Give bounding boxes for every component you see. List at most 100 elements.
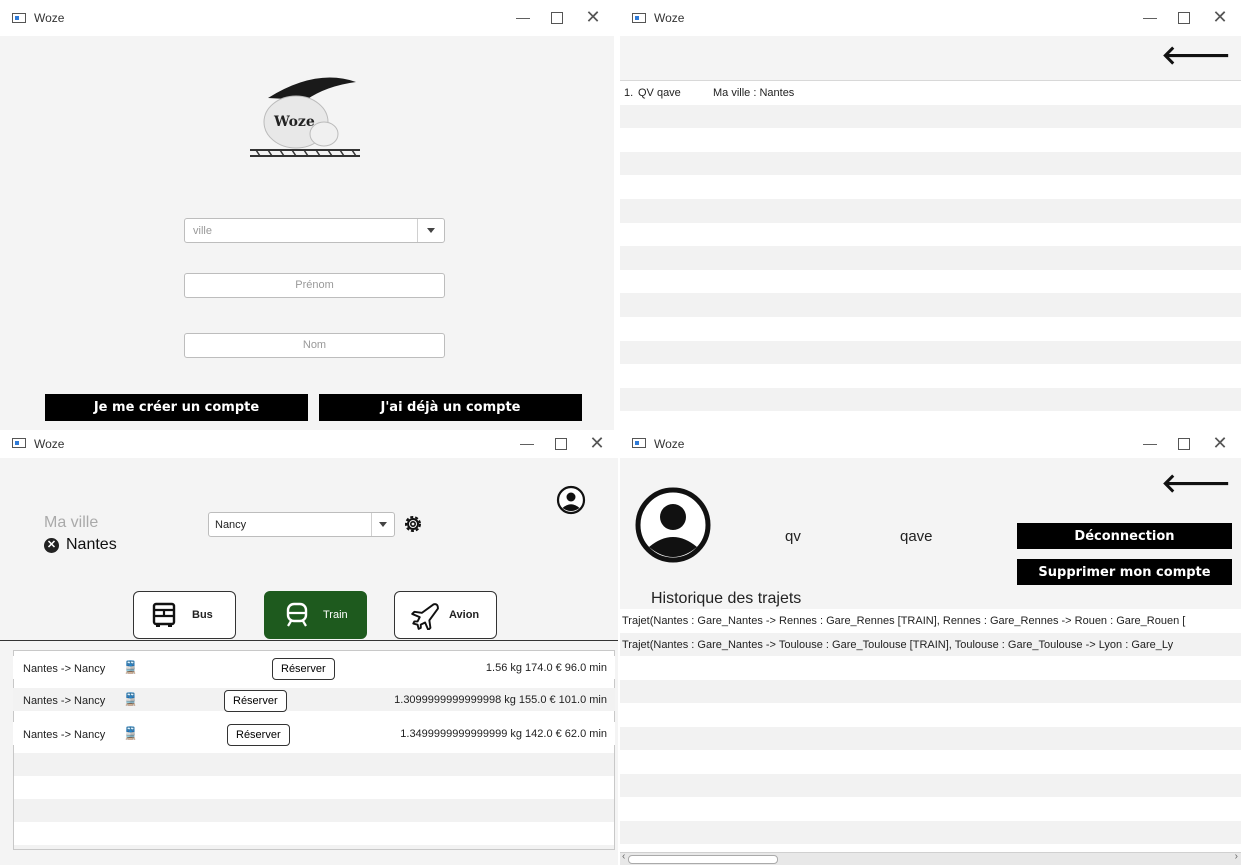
table-row[interactable]: Nantes -> Nancy 🚆 Réserver 1.34999999999… <box>13 722 615 746</box>
item-index: 1. <box>624 87 634 99</box>
trip-details: 1.3099999999999998 kg 155.0 € 101.0 min <box>394 694 607 706</box>
list-item[interactable]: Trajet(Nantes : Gare_Nantes -> Toulouse … <box>620 632 1241 656</box>
app-icon <box>12 438 26 448</box>
results-list <box>13 650 615 850</box>
maximize-button[interactable] <box>546 432 576 454</box>
empty-row <box>620 387 1241 412</box>
maximize-button[interactable] <box>1169 6 1199 28</box>
train-icon: 🚆 <box>123 660 138 674</box>
empty-row <box>620 679 1241 703</box>
empty-row <box>620 199 1241 223</box>
empty-row <box>620 222 1241 247</box>
empty-row <box>620 820 1241 844</box>
close-button[interactable]: ✕ <box>582 432 612 454</box>
bus-label: Bus <box>192 609 213 621</box>
close-button[interactable]: ✕ <box>1205 432 1235 454</box>
destination-value: Nancy <box>215 519 247 531</box>
minimize-button[interactable]: — <box>512 432 542 454</box>
close-button[interactable]: ✕ <box>1205 6 1235 28</box>
account-icon[interactable] <box>556 485 586 515</box>
my-city-value: Nantes <box>66 536 117 553</box>
header-bar: 🡐 <box>620 36 1241 81</box>
route-label: Nantes -> Nancy <box>23 729 106 741</box>
table-row[interactable]: Nantes -> Nancy 🚆 Réserver 1.30999999999… <box>13 688 615 712</box>
logout-button[interactable]: Déconnection <box>1017 523 1232 549</box>
separator <box>0 640 618 641</box>
plane-button[interactable]: Avion <box>394 591 497 639</box>
minimize-button[interactable]: — <box>1135 432 1165 454</box>
app-icon <box>12 13 26 23</box>
my-city-label: Ma ville <box>44 514 99 531</box>
app-icon <box>632 438 646 448</box>
city-combobox[interactable]: ville <box>184 218 445 243</box>
list-item[interactable]: Trajet(Nantes : Gare_Nantes -> Rennes : … <box>620 609 1241 633</box>
clear-city-icon[interactable]: ✕ <box>44 538 59 553</box>
bus-icon <box>152 602 176 627</box>
empty-row <box>620 340 1241 365</box>
gear-icon[interactable] <box>401 512 425 536</box>
create-account-button[interactable]: Je me créer un compte <box>45 394 308 421</box>
window-title: Woze <box>34 437 65 451</box>
minimize-button[interactable]: — <box>1135 6 1165 28</box>
woze-logo: Woze <box>250 77 360 157</box>
empty-row <box>620 128 1241 152</box>
delete-account-button[interactable]: Supprimer mon compte <box>1017 559 1232 585</box>
firstname-field[interactable]: Prénom <box>184 273 445 298</box>
plane-label: Avion <box>449 609 480 621</box>
route-label: Nantes -> Nancy <box>23 663 106 675</box>
have-account-button[interactable]: J'ai déjà un compte <box>319 394 582 421</box>
reserve-button[interactable]: Réserver <box>227 724 290 746</box>
table-row[interactable]: Nantes -> Nancy 🚆 Réserver 1.56 kg 174.0… <box>13 656 615 680</box>
empty-row <box>14 753 614 776</box>
chevron-down-icon[interactable] <box>371 513 394 536</box>
reserve-button[interactable]: Réserver <box>224 690 287 712</box>
empty-row <box>620 773 1241 797</box>
trip-details: 1.3499999999999999 kg 142.0 € 62.0 min <box>400 728 607 740</box>
empty-row <box>620 293 1241 317</box>
window-title: Woze <box>34 11 65 25</box>
destination-combobox[interactable]: Nancy <box>208 512 395 537</box>
list-item[interactable]: 1. QV qave Ma ville : Nantes <box>620 81 1241 105</box>
title-bar: Woze — ✕ <box>0 0 614 36</box>
trip-text: Trajet(Nantes : Gare_Nantes -> Rennes : … <box>622 615 1186 627</box>
users-list-window: Woze — ✕ 🡐 1. QV qave Ma ville : Nantes <box>620 0 1241 430</box>
history-title: Historique des trajets <box>651 590 802 607</box>
train-button[interactable]: Train <box>264 591 367 639</box>
trip-text: Trajet(Nantes : Gare_Nantes -> Toulouse … <box>622 638 1174 651</box>
title-bar: Woze — ✕ <box>620 432 1241 458</box>
scroll-left-icon[interactable]: ‹ <box>622 851 625 862</box>
reserve-button[interactable]: Réserver <box>272 658 335 680</box>
trip-details: 1.56 kg 174.0 € 96.0 min <box>485 662 607 674</box>
search-window: Woze — ✕ Ma ville ✕ Nantes Nancy Bus Tra… <box>0 432 618 865</box>
lastname-placeholder: Nom <box>302 339 327 351</box>
empty-row <box>14 845 614 849</box>
train-icon <box>286 602 308 627</box>
train-icon: 🚆 <box>123 692 138 706</box>
empty-row <box>14 799 614 822</box>
close-button[interactable]: ✕ <box>578 6 608 28</box>
chevron-down-icon[interactable] <box>417 219 444 242</box>
maximize-button[interactable] <box>542 6 572 28</box>
title-bar: Woze — ✕ <box>620 0 1241 36</box>
empty-row <box>620 246 1241 270</box>
maximize-button[interactable] <box>1169 432 1199 454</box>
trips-list: Trajet(Nantes : Gare_Nantes -> Rennes : … <box>620 609 1241 852</box>
item-city: Ma ville : Nantes <box>713 87 795 99</box>
horizontal-scrollbar[interactable]: ‹ › <box>620 851 1241 865</box>
scrollbar-thumb[interactable] <box>628 855 778 864</box>
back-arrow-icon[interactable]: 🡐 <box>1161 468 1231 499</box>
lastname-field[interactable]: Nom <box>184 333 445 358</box>
empty-row <box>620 317 1241 341</box>
app-icon <box>632 13 646 23</box>
logo-text: Woze <box>273 114 315 130</box>
empty-row <box>620 175 1241 199</box>
firstname-placeholder: Prénom <box>295 279 334 291</box>
users-list: 1. QV qave Ma ville : Nantes <box>620 81 1241 430</box>
scroll-right-icon[interactable]: › <box>1235 851 1238 862</box>
bus-button[interactable]: Bus <box>133 591 236 639</box>
back-arrow-icon[interactable]: 🡐 <box>1161 40 1231 71</box>
profile-window: Woze — ✕ 🡐 qv qave Déconnection Supprime… <box>620 432 1241 865</box>
empty-row <box>620 411 1241 430</box>
window-title: Woze <box>654 11 685 25</box>
minimize-button[interactable]: — <box>508 6 538 28</box>
